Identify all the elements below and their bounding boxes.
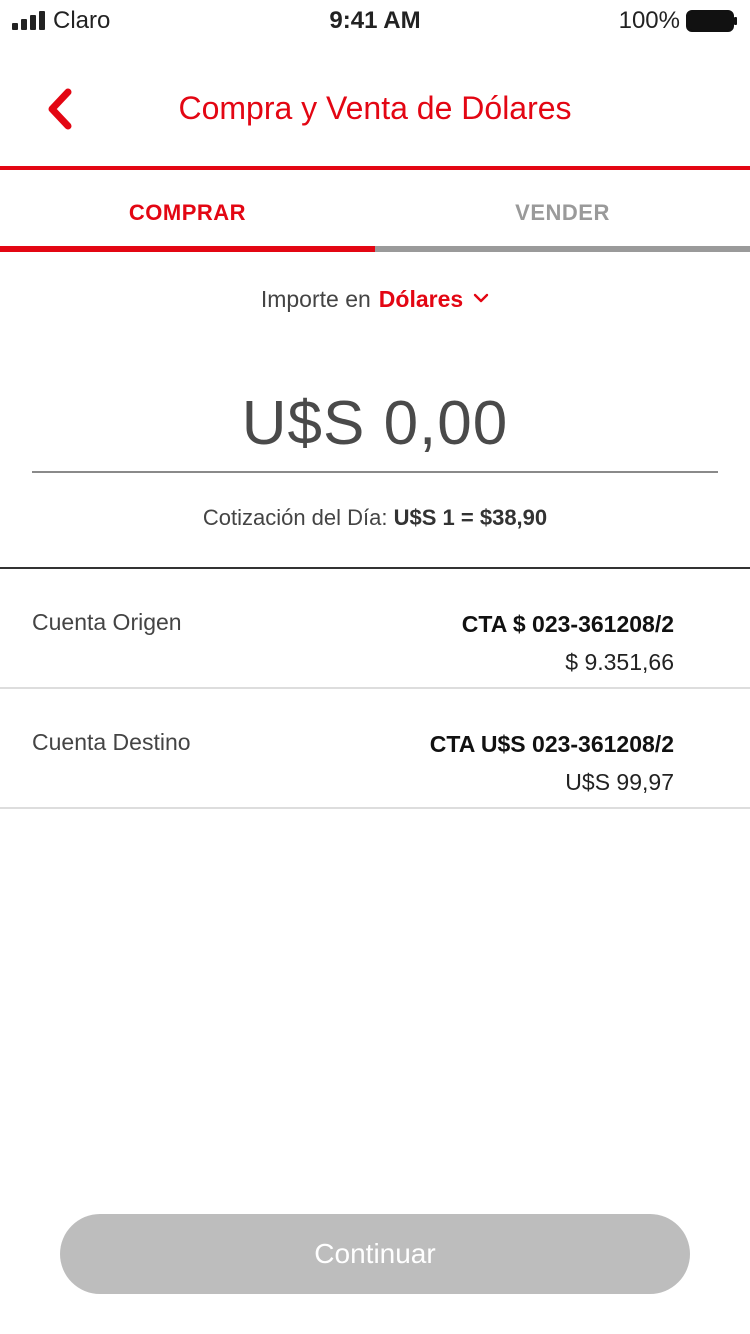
origin-account-label: Cuenta Origen (32, 609, 182, 635)
amount-input[interactable]: U$S 0,00 (0, 388, 750, 459)
destination-account-balance: U$S 99,97 (565, 769, 674, 795)
chevron-down-icon[interactable] (473, 290, 489, 306)
amount-underline (32, 471, 718, 473)
battery-icon (686, 10, 737, 32)
exchange-rate: Cotización del Día: U$S 1 = $38,90 (0, 505, 750, 531)
destination-account-number: CTA U$S 023-361208/2 (429, 731, 674, 757)
battery-percentage: 100% (618, 7, 680, 34)
app-header: Compra y Venta de Dólares (0, 40, 750, 170)
page-title: Compra y Venta de Dólares (178, 90, 572, 126)
destination-account-label: Cuenta Destino (32, 729, 191, 755)
currency-label: Importe en (260, 286, 371, 312)
currency-selector[interactable]: Importe en Dólares (0, 286, 750, 313)
tab-vender[interactable]: VENDER (375, 174, 750, 252)
currency-dropdown-value[interactable]: Dólares (379, 286, 463, 312)
destination-account-row[interactable]: Cuenta Destino CTA U$S 023-361208/2 U$S … (0, 689, 750, 809)
exchange-rate-value: U$S 1 = $38,90 (393, 505, 548, 530)
tab-comprar[interactable]: COMPRAR (0, 174, 375, 252)
origin-account-number: CTA $ 023-361208/2 (461, 611, 674, 637)
exchange-rate-label: Cotización del Día: (202, 505, 388, 530)
continue-button[interactable]: Continuar (60, 1214, 690, 1294)
origin-account-balance: $ 9.351,66 (565, 649, 674, 675)
buy-sell-tabs: COMPRAR VENDER (0, 174, 750, 252)
status-bar: Claro 9:41 AM 100% (0, 0, 750, 40)
origin-account-row[interactable]: Cuenta Origen CTA $ 023-361208/2 $ 9.351… (0, 569, 750, 689)
